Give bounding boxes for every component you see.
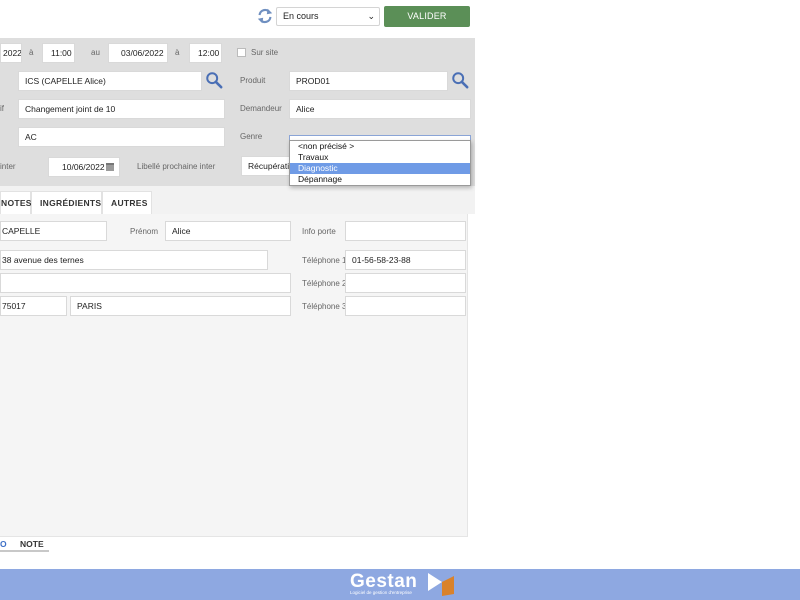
tel1-label: Téléphone 1 (302, 256, 347, 265)
demandeur-field[interactable]: Alice (289, 99, 471, 119)
a-label-2: à (175, 48, 180, 57)
motif-field[interactable]: Changement joint de 10 (18, 99, 225, 119)
prenom-label: Prénom (130, 227, 159, 236)
start-time-field[interactable]: 11:00 (42, 43, 75, 63)
footer: Gestan Logiciel de gestion d'entreprise (0, 569, 800, 600)
genre-option-non-precise[interactable]: <non précisé > (290, 141, 470, 152)
client-field[interactable]: ICS (CAPELLE Alice) (18, 71, 202, 91)
start-date-field[interactable]: 2022 (0, 43, 22, 63)
status-select[interactable]: En cours ⌄ (276, 7, 380, 26)
search-icon[interactable] (205, 71, 223, 89)
info-porte-field[interactable] (345, 221, 466, 241)
tab-notes[interactable]: NOTES (0, 191, 31, 214)
bottom-tab-underline (0, 550, 49, 552)
genre-option-diagnostic[interactable]: Diagnostic (290, 163, 470, 174)
inter-date-value: 10/06/2022 (62, 162, 105, 172)
tel3-label: Téléphone 3 (302, 302, 347, 311)
city-field[interactable]: PARIS (70, 296, 291, 316)
tel3-field[interactable] (345, 296, 466, 316)
search-icon[interactable] (451, 71, 469, 89)
tab-ingredients[interactable]: INGRÉDIENTS (31, 191, 102, 214)
refresh-icon[interactable] (256, 7, 274, 25)
genre-option-travaux[interactable]: Travaux (290, 152, 470, 163)
contact-panel: CAPELLE Prénom Alice Info porte 38 avenu… (0, 214, 468, 537)
chevron-down-icon: ⌄ (367, 11, 375, 21)
bottom-tab-info[interactable]: O (0, 539, 7, 549)
tel1-field[interactable]: 01-56-58-23-88 (345, 250, 466, 270)
status-select-value: En cours (283, 11, 319, 21)
genre-option-depannage[interactable]: Dépannage (290, 174, 470, 185)
validate-button[interactable]: VALIDER (384, 6, 470, 27)
logo-tagline: Logiciel de gestion d'entreprise (350, 590, 412, 595)
prenom-field[interactable]: Alice (165, 221, 291, 241)
demandeur-label: Demandeur (240, 104, 282, 113)
logo-mark-icon (428, 573, 454, 596)
au-label: au (91, 48, 100, 57)
address2-field[interactable] (0, 273, 291, 293)
a-label-1: à (29, 48, 34, 57)
gestan-logo: Gestan Logiciel de gestion d'entreprise (350, 571, 417, 595)
postcode-field[interactable]: 75017 (0, 296, 67, 316)
end-date-field[interactable]: 03/06/2022 (108, 43, 168, 63)
libelle-field[interactable]: Récupération (241, 156, 291, 176)
libelle-label: Libellé prochaine inter (137, 162, 216, 171)
sur-site-label: Sur site (251, 48, 279, 57)
bottom-tab-note[interactable]: NOTE (20, 539, 44, 549)
logo-text: Gestan (350, 571, 418, 592)
sur-site-checkbox[interactable] (237, 48, 246, 57)
inter-label: inter (0, 162, 16, 171)
tel2-field[interactable] (345, 273, 466, 293)
ac-field[interactable]: AC (18, 127, 225, 147)
produit-field[interactable]: PROD01 (289, 71, 448, 91)
tel2-label: Téléphone 2 (302, 279, 347, 288)
motif-label: if (0, 104, 4, 113)
genre-dropdown-list[interactable]: <non précisé > Travaux Diagnostic Dépann… (289, 140, 471, 186)
genre-label: Genre (240, 132, 263, 141)
calendar-icon[interactable] (106, 163, 114, 171)
tab-autres[interactable]: AUTRES (102, 191, 152, 214)
info-porte-label: Info porte (302, 227, 336, 236)
end-time-field[interactable]: 12:00 (189, 43, 222, 63)
address-field[interactable]: 38 avenue des ternes (0, 250, 268, 270)
produit-label: Produit (240, 76, 266, 85)
nom-field[interactable]: CAPELLE (0, 221, 107, 241)
